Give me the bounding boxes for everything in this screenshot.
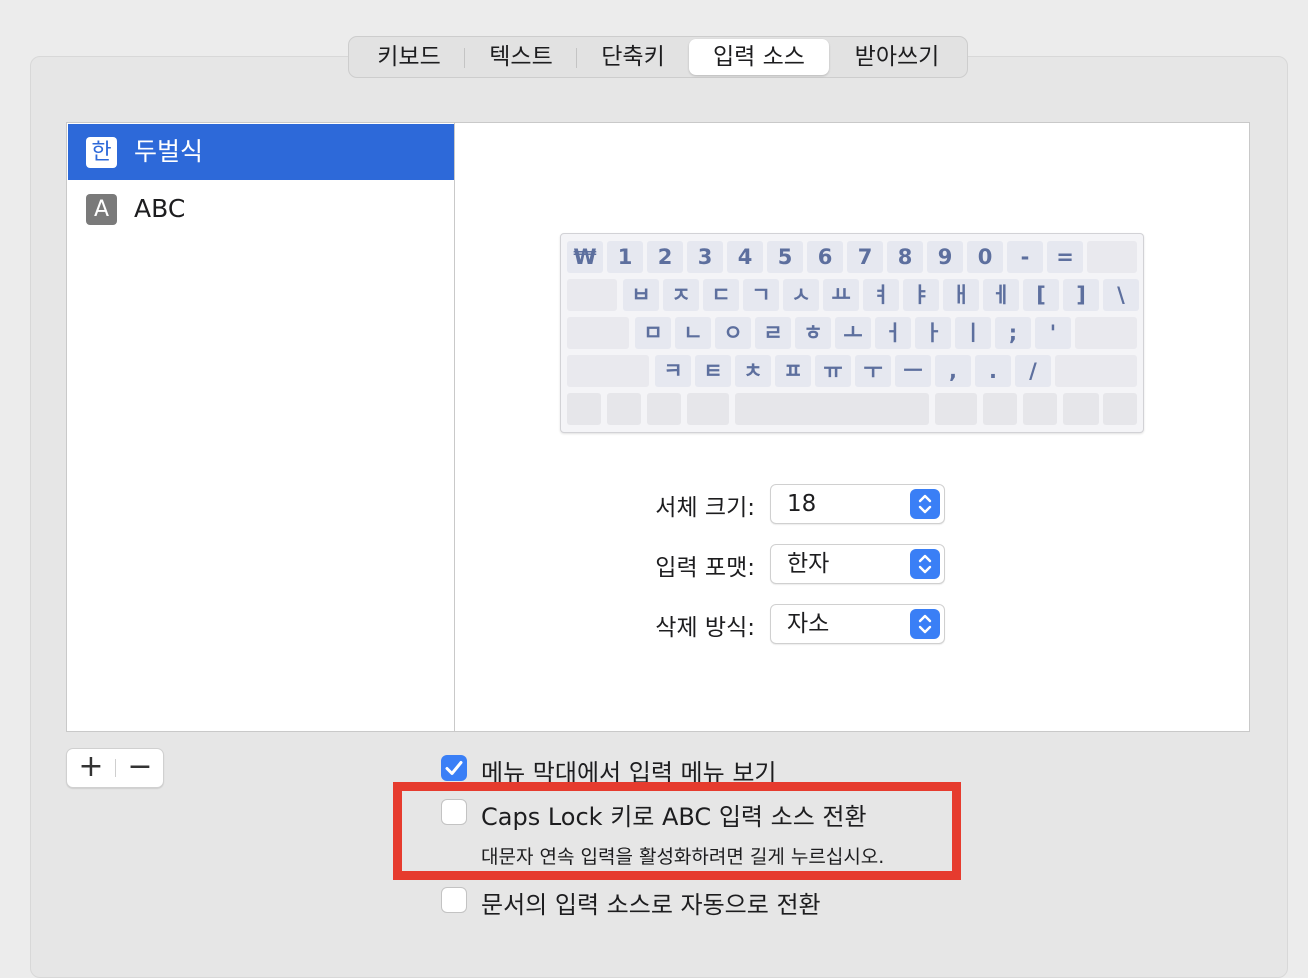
chevron-up-down-icon: [910, 609, 940, 639]
keyboard-key: ;: [995, 317, 1031, 349]
tab-bar: 키보드 텍스트 단축키 입력 소스 받아쓰기: [348, 36, 968, 78]
keyboard-key: -: [1007, 241, 1043, 273]
keyboard-key: ㄷ: [703, 279, 739, 311]
keyboard-key: /: [1015, 355, 1051, 387]
chevron-up-down-icon: [910, 549, 940, 579]
keyboard-key: ㅂ: [623, 279, 659, 311]
tab-keyboard[interactable]: 키보드: [353, 39, 465, 75]
tab-input-sources[interactable]: 입력 소스: [689, 39, 829, 75]
keyboard-key-caps: [567, 317, 629, 349]
keyboard-key: 7: [847, 241, 883, 273]
keyboard-key: ]: [1063, 279, 1099, 311]
keyboard-key: 0: [967, 241, 1003, 273]
keyboard-key: ㅌ: [695, 355, 731, 387]
input-format-label: 입력 포맷:: [655, 555, 755, 581]
keyboard-key-modifier: [567, 393, 601, 425]
keyboard-key: ㅑ: [903, 279, 939, 311]
keyboard-key: 4: [727, 241, 763, 273]
keyboard-key: ': [1035, 317, 1071, 349]
remove-source-button[interactable]: −: [116, 749, 164, 787]
keyboard-key: =: [1047, 241, 1083, 273]
font-size-label: 서체 크기:: [655, 495, 755, 521]
checkmark-icon: [445, 761, 463, 775]
keyboard-key: ㅡ: [895, 355, 931, 387]
keyboard-key-delete: [1087, 241, 1137, 273]
highlight-box: [393, 782, 961, 880]
delete-mode-label: 삭제 방식:: [655, 615, 755, 641]
keyboard-key: ㅎ: [795, 317, 831, 349]
hangul-source-icon: 한: [86, 137, 117, 168]
keyboard-key-shift-left: [567, 355, 649, 387]
keyboard-key: ,: [935, 355, 971, 387]
source-label: ABC: [134, 194, 186, 223]
auto-switch-checkbox[interactable]: [441, 887, 467, 913]
keyboard-key: 9: [927, 241, 963, 273]
chevron-up-down-icon: [910, 489, 940, 519]
keyboard-key: ㅏ: [915, 317, 951, 349]
keyboard-key: ㅍ: [775, 355, 811, 387]
keyboard-key: ㅈ: [663, 279, 699, 311]
keyboard-key: ㅣ: [955, 317, 991, 349]
delete-mode-value: 자소: [787, 611, 830, 637]
keyboard-key: ㅁ: [635, 317, 671, 349]
input-source-list: 한 두벌식 A ABC: [66, 122, 456, 732]
keyboard-key-arrow-up-down: [1063, 393, 1099, 425]
source-label: 두벌식: [134, 137, 204, 166]
keyboard-key-shift-right: [1055, 355, 1137, 387]
keyboard-key: ㅅ: [783, 279, 819, 311]
keyboard-key-arrow-right: [1103, 393, 1137, 425]
keyboard-key: 2: [647, 241, 683, 273]
keyboard-key: ㄹ: [755, 317, 791, 349]
keyboard-key-modifier: [935, 393, 977, 425]
keyboard-key-modifier: [647, 393, 681, 425]
keyboard-key: \: [1103, 279, 1139, 311]
tab-shortcuts[interactable]: 단축키: [577, 39, 689, 75]
font-size-value: 18: [787, 491, 817, 517]
keyboard-key: ㄱ: [743, 279, 779, 311]
show-menu-checkbox[interactable]: [441, 755, 467, 781]
keyboard-key-modifier: [983, 393, 1017, 425]
add-remove-control: + −: [66, 748, 164, 788]
keyboard-key: ㅛ: [823, 279, 859, 311]
keyboard-key: 1: [607, 241, 643, 273]
keyboard-key: ㅊ: [735, 355, 771, 387]
keyboard-key-return: [1075, 317, 1137, 349]
keyboard-key: ㅔ: [983, 279, 1019, 311]
keyboard-key: [: [1023, 279, 1059, 311]
keyboard-key-modifier: [1023, 393, 1057, 425]
keyboard-key: ㅠ: [815, 355, 851, 387]
keyboard-layout-preview: ₩1 2 3 4 5 6 7 8 9 0- = ㅂㅈㄷㄱㅅㅛㅕㅑㅐㅔ[] \ ㅁㄴㅇㄹㅎㅗㅓㅏㅣ; ' …: [560, 233, 1144, 433]
delete-mode-popup[interactable]: 자소: [770, 604, 945, 644]
tab-text[interactable]: 텍스트: [465, 39, 577, 75]
input-format-value: 한자: [787, 551, 830, 577]
font-size-popup[interactable]: 18: [770, 484, 945, 524]
keyboard-key: ㅕ: [863, 279, 899, 311]
keyboard-key-modifier: [607, 393, 641, 425]
add-source-button[interactable]: +: [67, 749, 115, 787]
keyboard-key: 5: [767, 241, 803, 273]
list-item-abc[interactable]: A ABC: [68, 181, 455, 237]
tab-dictation[interactable]: 받아쓰기: [831, 39, 963, 75]
keyboard-key: 3: [687, 241, 723, 273]
keyboard-key-tab: [567, 279, 617, 311]
keyboard-key: ₩: [567, 241, 603, 273]
keyboard-key: ㅗ: [835, 317, 871, 349]
keyboard-key: ㅐ: [943, 279, 979, 311]
abc-source-icon: A: [86, 194, 117, 225]
keyboard-key: ㅓ: [875, 317, 911, 349]
keyboard-key: 8: [887, 241, 923, 273]
keyboard-key-modifier: [687, 393, 729, 425]
keyboard-key: .: [975, 355, 1011, 387]
input-format-popup[interactable]: 한자: [770, 544, 945, 584]
keyboard-key: ㅜ: [855, 355, 891, 387]
keyboard-key: ㅋ: [655, 355, 691, 387]
keyboard-key: ㅇ: [715, 317, 751, 349]
auto-switch-label: 문서의 입력 소스로 자동으로 전환: [481, 891, 821, 919]
keyboard-key: ㄴ: [675, 317, 711, 349]
list-item-dubeolsik[interactable]: 한 두벌식: [68, 124, 455, 180]
keyboard-key: 6: [807, 241, 843, 273]
keyboard-key-modifier: [735, 393, 929, 425]
